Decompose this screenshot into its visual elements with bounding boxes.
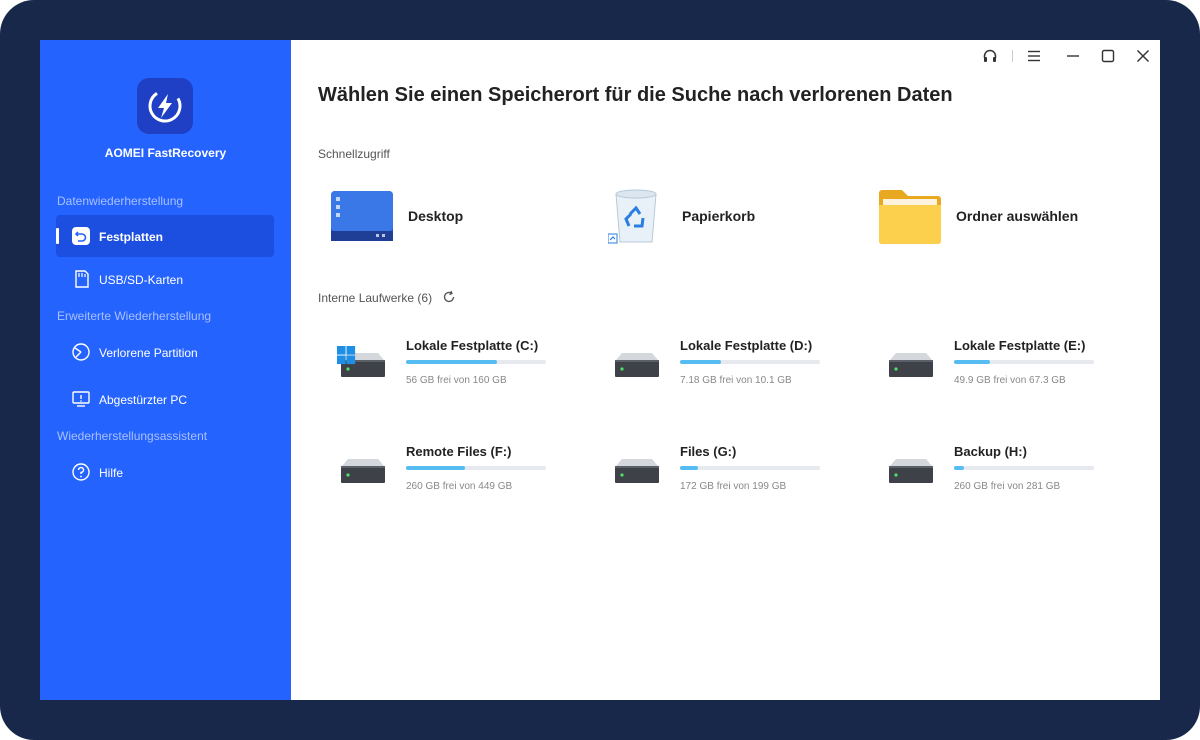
drive-item[interactable]: Lokale Festplatte (C:) 56 GB frei von 16… [336, 338, 566, 408]
drive-free-space: 172 GB frei von 199 GB [680, 481, 787, 492]
minimize-icon [1067, 55, 1079, 57]
quick-item-desktop[interactable]: Desktop [330, 186, 570, 246]
internal-drives-label: Interne Laufwerke (6) [318, 291, 433, 305]
refresh-button[interactable] [442, 290, 456, 304]
drive-name: Lokale Festplatte (C:) [406, 338, 539, 353]
drive-free-space: 260 GB frei von 281 GB [954, 481, 1061, 492]
drive-item[interactable]: Remote Files (F:) 260 GB frei von 449 GB [336, 444, 566, 514]
desktop-icon [331, 191, 393, 241]
sidebar-item-label: Hilfe [99, 466, 124, 480]
crashed-pc-icon [70, 388, 92, 410]
drive-free-space: 7.18 GB frei von 10.1 GB [680, 375, 792, 386]
sidebar-item-label: Abgestürzter PC [99, 393, 188, 407]
hard-drive-icon [615, 459, 659, 483]
section-title-recovery-assistant: Wiederherstellungsassistent [57, 429, 208, 443]
restore-icon [70, 225, 92, 247]
hard-drive-icon [337, 346, 385, 377]
sidebar-item-festplatten[interactable]: Festplatten [56, 215, 274, 257]
drive-usage-bar [954, 360, 1094, 364]
drive-free-space: 260 GB frei von 449 GB [406, 481, 513, 492]
quick-item-recycle-bin[interactable]: Papierkorb [608, 186, 848, 246]
folder-icon [879, 190, 941, 244]
maximize-icon [1101, 49, 1115, 63]
page-title: Wählen Sie einen Speicherort für die Suc… [318, 84, 953, 106]
menu-button[interactable] [1022, 46, 1046, 66]
headset-icon [983, 49, 997, 62]
hard-drive-icon [889, 353, 933, 377]
drive-usage-bar [406, 466, 546, 470]
sidebar-item-usb-sd[interactable]: USB/SD-Karten [56, 258, 274, 300]
drive-usage-fill [680, 360, 721, 364]
sidebar: AOMEI FastRecovery Datenwiederherstellun… [40, 40, 291, 700]
maximize-button[interactable] [1096, 46, 1120, 66]
drive-free-space: 49.9 GB frei von 67.3 GB [954, 375, 1066, 386]
drive-usage-bar [954, 466, 1094, 470]
quick-access-label: Schnellzugriff [318, 147, 390, 161]
close-icon [1137, 50, 1149, 62]
close-button[interactable] [1131, 46, 1155, 66]
hard-drive-icon [889, 459, 933, 483]
drive-name: Lokale Festplatte (E:) [954, 338, 1086, 353]
drive-usage-bar [406, 360, 546, 364]
partition-icon [70, 341, 92, 363]
lightning-icon [148, 89, 182, 123]
quick-item-label: Ordner auswählen [956, 208, 1079, 224]
drive-name: Remote Files (F:) [406, 444, 512, 459]
active-marker [56, 228, 59, 244]
sidebar-item-label: Verlorene Partition [99, 346, 198, 360]
drive-usage-fill [406, 466, 465, 470]
support-button[interactable] [978, 46, 1002, 66]
drive-usage-fill [954, 360, 991, 364]
sidebar-item-lost-partition[interactable]: Verlorene Partition [56, 331, 274, 373]
drive-item[interactable]: Lokale Festplatte (D:) 7.18 GB frei von … [610, 338, 840, 408]
section-title-data-recovery: Datenwiederherstellung [57, 194, 184, 208]
title-separator [1012, 50, 1013, 62]
hard-drive-icon [341, 459, 385, 483]
section-title-advanced-recovery: Erweiterte Wiederherstellung [57, 309, 212, 323]
drive-name: Lokale Festplatte (D:) [680, 338, 813, 353]
drive-usage-fill [406, 360, 497, 364]
help-icon [70, 461, 92, 483]
sidebar-item-label: Festplatten [99, 230, 164, 244]
hamburger-icon [1028, 50, 1040, 62]
hard-drive-icon [615, 353, 659, 377]
drive-item[interactable]: Files (G:) 172 GB frei von 199 GB [610, 444, 840, 514]
sd-card-icon [70, 268, 92, 290]
quick-item-label: Papierkorb [682, 208, 756, 224]
brand-name: AOMEI FastRecovery [104, 146, 227, 160]
drive-usage-fill [680, 466, 699, 470]
drive-usage-bar [680, 466, 820, 470]
drive-usage-bar [680, 360, 820, 364]
sidebar-item-label: USB/SD-Karten [99, 273, 184, 287]
recycle-bin-icon [608, 189, 657, 244]
device-frame: AOMEI FastRecovery Datenwiederherstellun… [0, 0, 1200, 740]
drive-usage-fill [954, 466, 964, 470]
sidebar-item-help[interactable]: Hilfe [56, 451, 274, 493]
drive-name: Files (G:) [680, 444, 737, 459]
app-logo [137, 78, 193, 134]
sidebar-item-crashed-pc[interactable]: Abgestürzter PC [56, 378, 274, 420]
refresh-icon [443, 290, 455, 303]
quick-item-label: Desktop [408, 208, 464, 224]
app-window: AOMEI FastRecovery Datenwiederherstellun… [40, 40, 1160, 700]
drive-free-space: 56 GB frei von 160 GB [406, 375, 507, 386]
drive-item[interactable]: Backup (H:) 260 GB frei von 281 GB [884, 444, 1114, 514]
drive-name: Backup (H:) [954, 444, 1027, 459]
quick-item-choose-folder[interactable]: Ordner auswählen [878, 186, 1118, 246]
drive-item[interactable]: Lokale Festplatte (E:) 49.9 GB frei von … [884, 338, 1114, 408]
minimize-button[interactable] [1061, 46, 1085, 66]
